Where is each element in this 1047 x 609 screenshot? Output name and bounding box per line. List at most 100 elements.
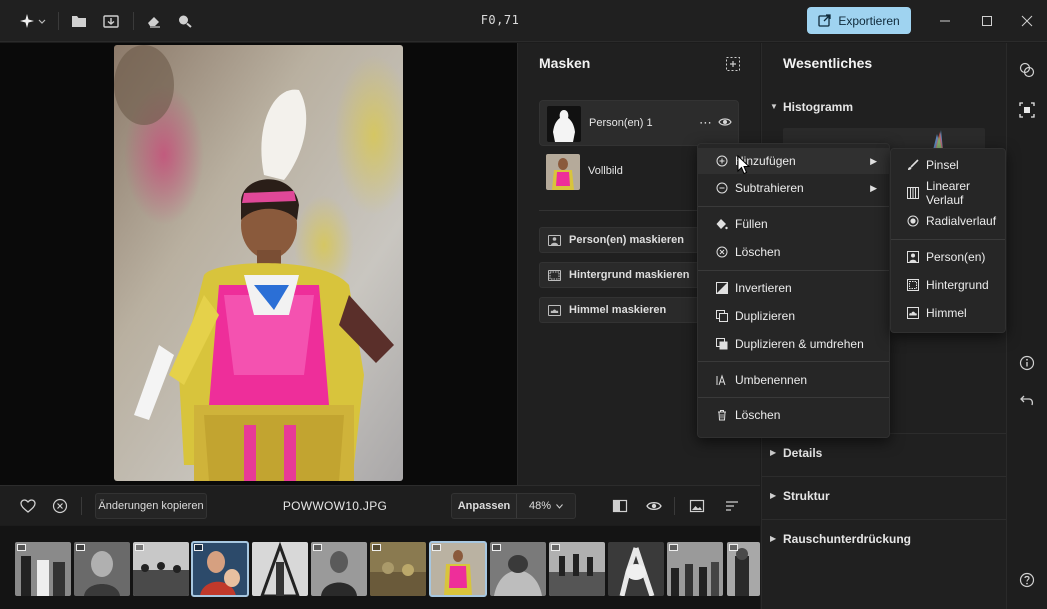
- mask-sky-button[interactable]: Himmel maskieren: [539, 297, 719, 323]
- filmstrip-thumbnail[interactable]: [252, 542, 308, 596]
- export-button[interactable]: Exportieren: [807, 7, 911, 34]
- submenu-item-label: Pinsel: [926, 158, 959, 172]
- filmstrip-thumbnail[interactable]: [191, 541, 249, 597]
- export-label: Exportieren: [838, 13, 900, 28]
- info-icon[interactable]: [1017, 353, 1037, 373]
- paint-bucket-icon: [716, 218, 728, 230]
- zoom-value: 48%: [528, 500, 552, 512]
- app-menu-icon[interactable]: [18, 12, 48, 30]
- menu-item-duplicate[interactable]: Duplizieren: [698, 303, 889, 329]
- subtract-circle-icon: [716, 182, 728, 194]
- section-label: Rauschunterdrückung: [783, 532, 912, 546]
- submenu-item-linear-gradient[interactable]: Linearer Verlauf: [891, 179, 1005, 207]
- filmstrip-thumbnail[interactable]: [727, 542, 760, 596]
- submenu-item-brush[interactable]: Pinsel: [891, 152, 1005, 178]
- filmstrip-thumbnail[interactable]: [74, 542, 130, 596]
- section-structure[interactable]: ▶ Struktur: [762, 476, 1007, 516]
- radial-gradient-icon: [907, 215, 919, 227]
- menu-item-invert[interactable]: Invertieren: [698, 275, 889, 301]
- person-icon: [907, 251, 919, 263]
- help-icon[interactable]: [1017, 570, 1037, 590]
- menu-item-label: Duplizieren & umdrehen: [735, 337, 864, 351]
- menu-item-delete[interactable]: Löschen: [698, 402, 889, 428]
- zoom-dropdown[interactable]: 48%: [517, 500, 575, 512]
- copy-changes-button[interactable]: Änderungen kopieren: [95, 493, 207, 519]
- submenu-item-sky[interactable]: Himmel: [891, 300, 1005, 326]
- menu-item-subtract[interactable]: Subtrahieren ▶: [698, 175, 889, 201]
- filmstrip-thumbnail[interactable]: [549, 542, 605, 596]
- photo-canvas[interactable]: [0, 43, 517, 485]
- submenu-item-persons[interactable]: Person(en): [891, 244, 1005, 270]
- person-icon: [548, 234, 561, 246]
- sort-icon[interactable]: [723, 497, 741, 515]
- mask-thumbnail: [547, 106, 581, 142]
- edited-badge-icon: [492, 544, 501, 551]
- filmstrip-thumbnail-selected[interactable]: [429, 541, 487, 597]
- masks-tool-icon[interactable]: [1017, 100, 1037, 120]
- edited-badge-icon: [17, 544, 26, 551]
- menu-separator: [698, 361, 889, 362]
- toolbar-divider: [133, 12, 134, 30]
- maximize-icon[interactable]: [977, 11, 997, 31]
- menu-item-rename[interactable]: Umbenennen: [698, 367, 889, 393]
- compare-icon[interactable]: [611, 497, 629, 515]
- mask-persons-button[interactable]: Person(en) maskieren: [539, 227, 719, 253]
- menu-item-clear[interactable]: Löschen: [698, 239, 889, 265]
- undo-icon[interactable]: [1017, 391, 1037, 411]
- mask-sky-label: Himmel maskieren: [569, 304, 667, 316]
- fit-button[interactable]: Anpassen: [452, 494, 517, 518]
- submenu-item-background[interactable]: Hintergrund: [891, 272, 1005, 298]
- import-photo-icon[interactable]: [102, 12, 120, 30]
- section-histogram[interactable]: ▼ Histogramm: [762, 93, 1007, 133]
- add-mask-icon[interactable]: [725, 56, 741, 72]
- minimize-icon[interactable]: [935, 11, 955, 31]
- folder-icon[interactable]: [70, 12, 88, 30]
- more-options-icon[interactable]: ⋯: [698, 113, 712, 133]
- filmstrip-thumbnail[interactable]: [133, 542, 189, 596]
- eraser-icon[interactable]: [145, 12, 163, 30]
- submenu-item-radial-gradient[interactable]: Radialverlauf: [891, 208, 1005, 234]
- section-label: Histogramm: [783, 100, 854, 114]
- menu-item-fill[interactable]: Füllen: [698, 211, 889, 237]
- menu-separator: [698, 397, 889, 398]
- visibility-eye-icon[interactable]: [718, 116, 734, 130]
- toolbar-divider: [81, 497, 82, 515]
- mask-background-label: Hintergrund maskieren: [569, 269, 690, 281]
- filmstrip-thumbnail[interactable]: [667, 542, 723, 596]
- mask-item-persons[interactable]: Person(en) 1 ⋯: [539, 100, 739, 146]
- preview-eye-icon[interactable]: [645, 497, 663, 515]
- zoom-icon[interactable]: [176, 12, 194, 30]
- filmstrip-thumbnail[interactable]: [15, 542, 71, 596]
- reject-icon[interactable]: [51, 497, 69, 515]
- masks-panel-title: Masken: [539, 55, 591, 71]
- menu-item-duplicate-invert[interactable]: Duplizieren & umdrehen: [698, 331, 889, 357]
- duplicate-invert-icon: [716, 338, 728, 350]
- image-view-icon[interactable]: [688, 497, 706, 515]
- export-icon: [818, 14, 831, 27]
- window-title: F0,71: [480, 13, 520, 27]
- filmstrip-thumbnail[interactable]: [370, 542, 426, 596]
- edited-badge-icon: [313, 544, 322, 551]
- mask-thumbnail: [546, 154, 580, 190]
- heart-icon[interactable]: [19, 497, 37, 515]
- edited-badge-icon: [194, 544, 203, 551]
- section-noise-reduction[interactable]: ▶ Rauschunterdrückung: [762, 519, 1007, 559]
- filmstrip-thumbnail[interactable]: [490, 542, 546, 596]
- edited-badge-icon: [372, 544, 381, 551]
- filmstrip-thumbnail[interactable]: [311, 542, 367, 596]
- mask-context-menu: Hinzufügen ▶ Subtrahieren ▶ Füllen Lösch…: [697, 143, 890, 438]
- duplicate-icon: [716, 310, 728, 322]
- menu-separator: [698, 206, 889, 207]
- section-details[interactable]: ▶ Details: [762, 433, 1007, 473]
- adjustments-icon[interactable]: [1017, 60, 1037, 80]
- filmstrip-thumbnail[interactable]: [608, 542, 664, 596]
- chevron-down-icon: [556, 503, 563, 509]
- menu-item-add[interactable]: Hinzufügen ▶: [698, 148, 889, 174]
- submenu-item-label: Hintergrund: [926, 278, 989, 292]
- menu-item-label: Füllen: [735, 217, 768, 231]
- menu-separator: [891, 239, 1005, 240]
- close-icon[interactable]: [1017, 11, 1037, 31]
- menu-item-label: Subtrahieren: [735, 181, 804, 195]
- mask-background-button[interactable]: Hintergrund maskieren: [539, 262, 719, 288]
- edited-badge-icon: [135, 544, 144, 551]
